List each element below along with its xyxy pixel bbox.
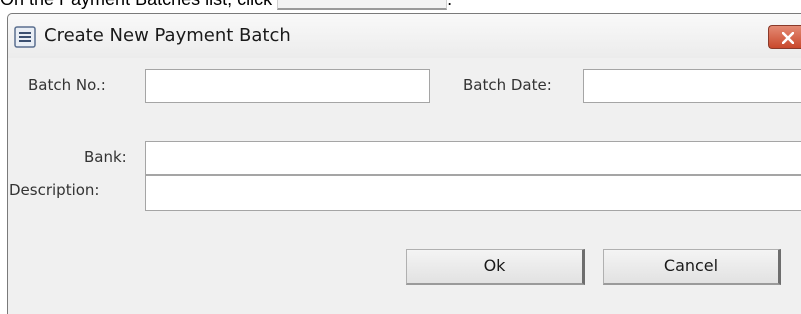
bank-label: Bank:	[84, 148, 127, 166]
close-x-icon	[782, 32, 794, 44]
ok-button[interactable]: Ok	[406, 249, 585, 285]
caption-text: On the Payment Batches list, click	[0, 0, 272, 9]
description-field[interactable]	[145, 175, 801, 211]
description-label: Description:	[9, 181, 100, 199]
caption-button-image	[277, 0, 448, 10]
bank-field[interactable]	[145, 141, 801, 175]
dialog-title: Create New Payment Batch	[44, 25, 291, 46]
dialog-titlebar[interactable]: Create New Payment Batch	[8, 14, 801, 58]
batch-date-label: Batch Date:	[463, 76, 552, 94]
close-button[interactable]	[768, 25, 801, 49]
create-payment-batch-dialog: Create New Payment Batch Batch No.: Batc…	[7, 13, 801, 314]
batch-list-icon	[14, 26, 36, 48]
caption-suffix: .	[447, 0, 452, 9]
cancel-button[interactable]: Cancel	[603, 249, 781, 285]
batch-date-field[interactable]	[583, 69, 801, 103]
batch-no-field[interactable]	[145, 69, 430, 103]
batch-no-label: Batch No.:	[28, 76, 106, 94]
instruction-caption: On the Payment Batches list, click .	[0, 0, 452, 10]
